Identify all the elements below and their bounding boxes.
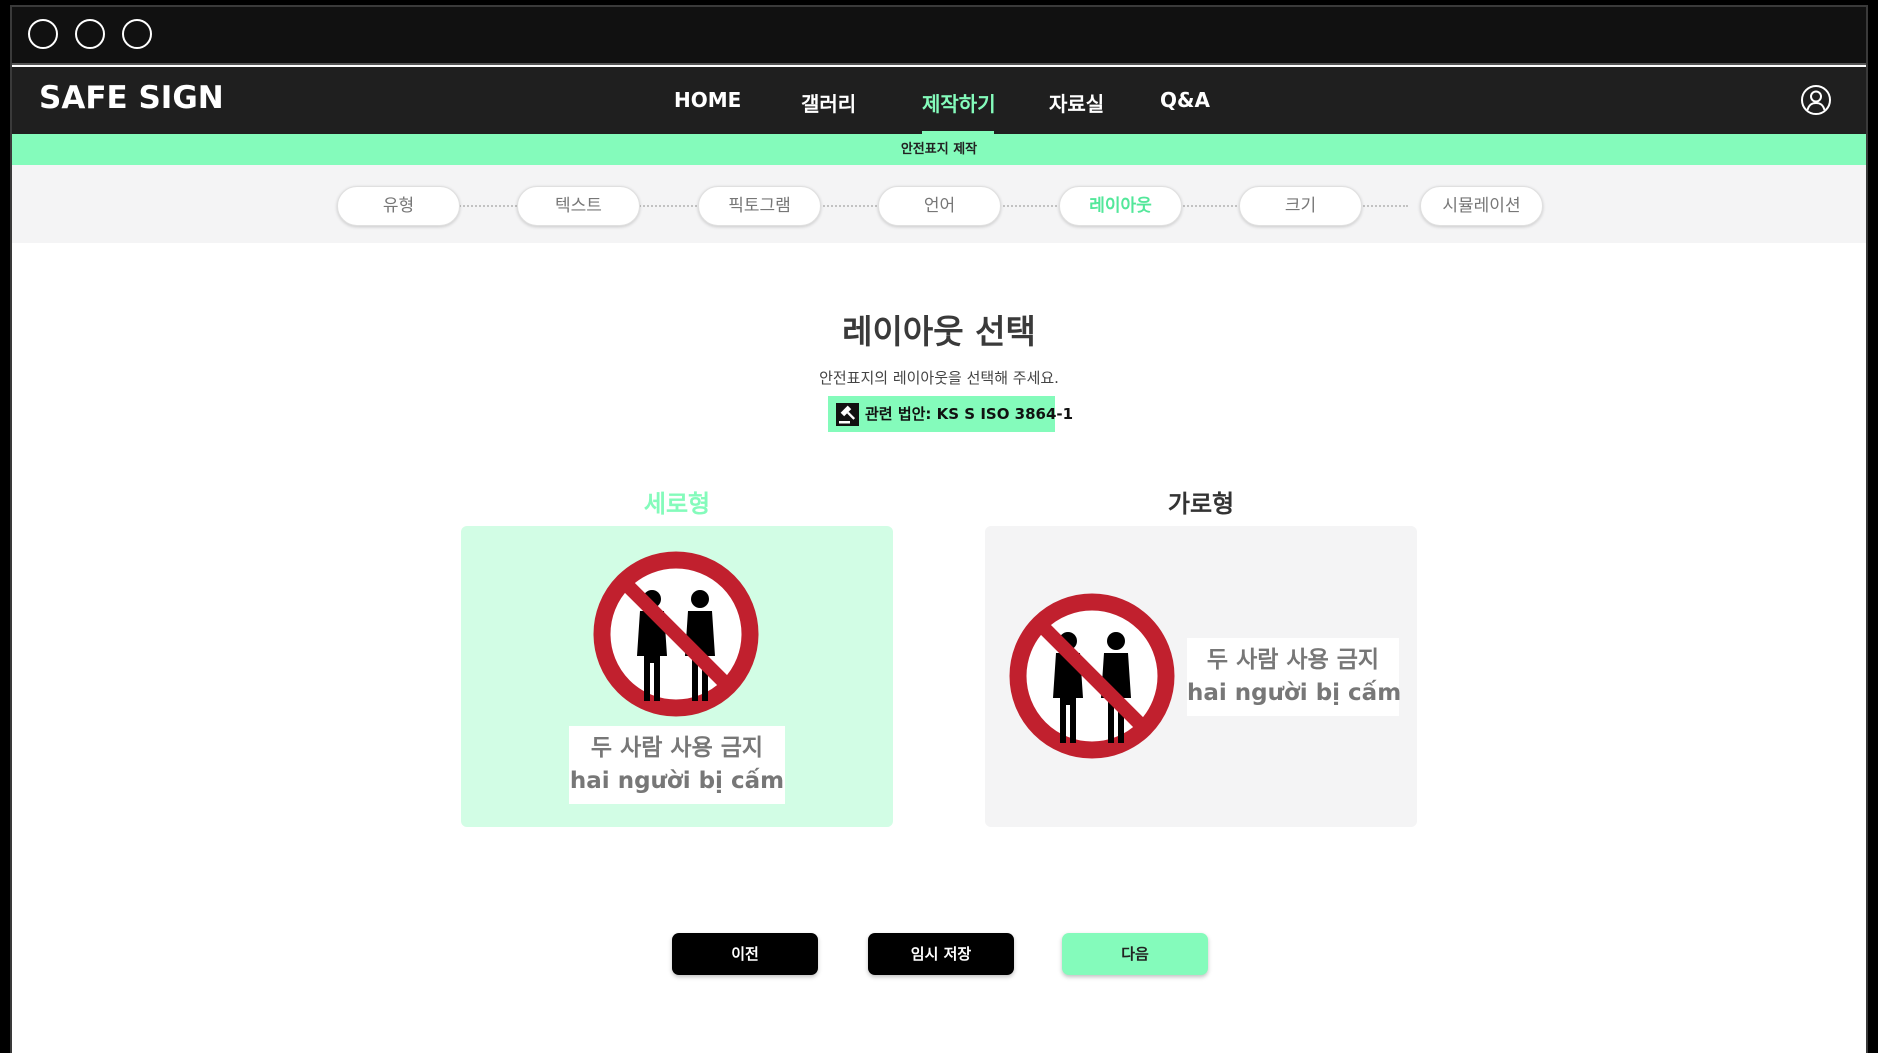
no-two-people-prohibition-icon <box>1009 593 1175 759</box>
save-draft-button[interactable]: 임시 저장 <box>868 933 1014 975</box>
page-description: 안전표지의 레이아웃을 선택해 주세요. <box>819 369 1059 387</box>
sign-text-vietnamese: hai người bị cấm <box>1187 680 1402 706</box>
option-vertical-label[interactable]: 세로형 <box>461 484 893 519</box>
nav-create[interactable]: 제작하기 <box>922 88 996 117</box>
sign-text-korean: 두 사람 사용 금지 <box>590 735 764 761</box>
sub-header-bar: 안전표지 제작 <box>12 134 1866 165</box>
window-close-circle-icon[interactable] <box>28 19 58 49</box>
step-language[interactable]: 언어 <box>878 186 1001 226</box>
step-progress-bar: 유형 텍스트 픽토그램 언어 레이아웃 크기 시뮬레이션 <box>12 165 1866 243</box>
step-type[interactable]: 유형 <box>337 186 460 226</box>
page-title: 레이아웃 선택 <box>842 312 1036 351</box>
window-titlebar <box>12 7 1866 65</box>
prev-button[interactable]: 이전 <box>672 933 818 975</box>
sign-text-vietnamese: hai người bị cấm <box>569 768 785 794</box>
layout-option-vertical[interactable]: 두 사람 사용 금지 hai người bị cấm <box>461 526 893 827</box>
window-minimize-circle-icon[interactable] <box>75 19 105 49</box>
step-simulation[interactable]: 시뮬레이션 <box>1420 186 1543 226</box>
step-pictogram[interactable]: 픽토그램 <box>698 186 821 226</box>
app-window: SAFE SIGN HOME 갤러리 제작하기 자료실 Q&A 안전표지 제작 … <box>10 5 1868 1053</box>
sign-text-box: 두 사람 사용 금지 hai người bị cấm <box>1187 638 1402 716</box>
nav-qna[interactable]: Q&A <box>1160 88 1210 112</box>
law-badge-text: 관련 법안: KS S ISO 3864-1 <box>865 405 1074 423</box>
gavel-icon <box>836 403 859 426</box>
logo[interactable]: SAFE SIGN <box>39 80 224 116</box>
sign-text-korean: 두 사람 사용 금지 <box>1206 647 1380 673</box>
window-maximize-circle-icon[interactable] <box>122 19 152 49</box>
nav-gallery[interactable]: 갤러리 <box>801 88 856 117</box>
nav-resources[interactable]: 자료실 <box>1049 88 1104 117</box>
law-badge[interactable]: 관련 법안: KS S ISO 3864-1 <box>828 396 1073 432</box>
top-navbar: SAFE SIGN HOME 갤러리 제작하기 자료실 Q&A <box>12 67 1866 134</box>
option-horizontal-label[interactable]: 가로형 <box>985 484 1417 519</box>
user-circle-icon[interactable] <box>1800 84 1832 116</box>
step-size[interactable]: 크기 <box>1239 186 1362 226</box>
next-button[interactable]: 다음 <box>1062 933 1208 975</box>
sign-text-box: 두 사람 사용 금지 hai người bị cấm <box>569 726 785 804</box>
sub-header-label: 안전표지 제작 <box>900 142 978 157</box>
nav-home[interactable]: HOME <box>674 88 741 112</box>
step-text[interactable]: 텍스트 <box>517 186 640 226</box>
step-layout[interactable]: 레이아웃 <box>1059 186 1182 226</box>
layout-option-horizontal[interactable]: 두 사람 사용 금지 hai người bị cấm <box>985 526 1417 827</box>
no-two-people-prohibition-icon <box>593 551 759 717</box>
